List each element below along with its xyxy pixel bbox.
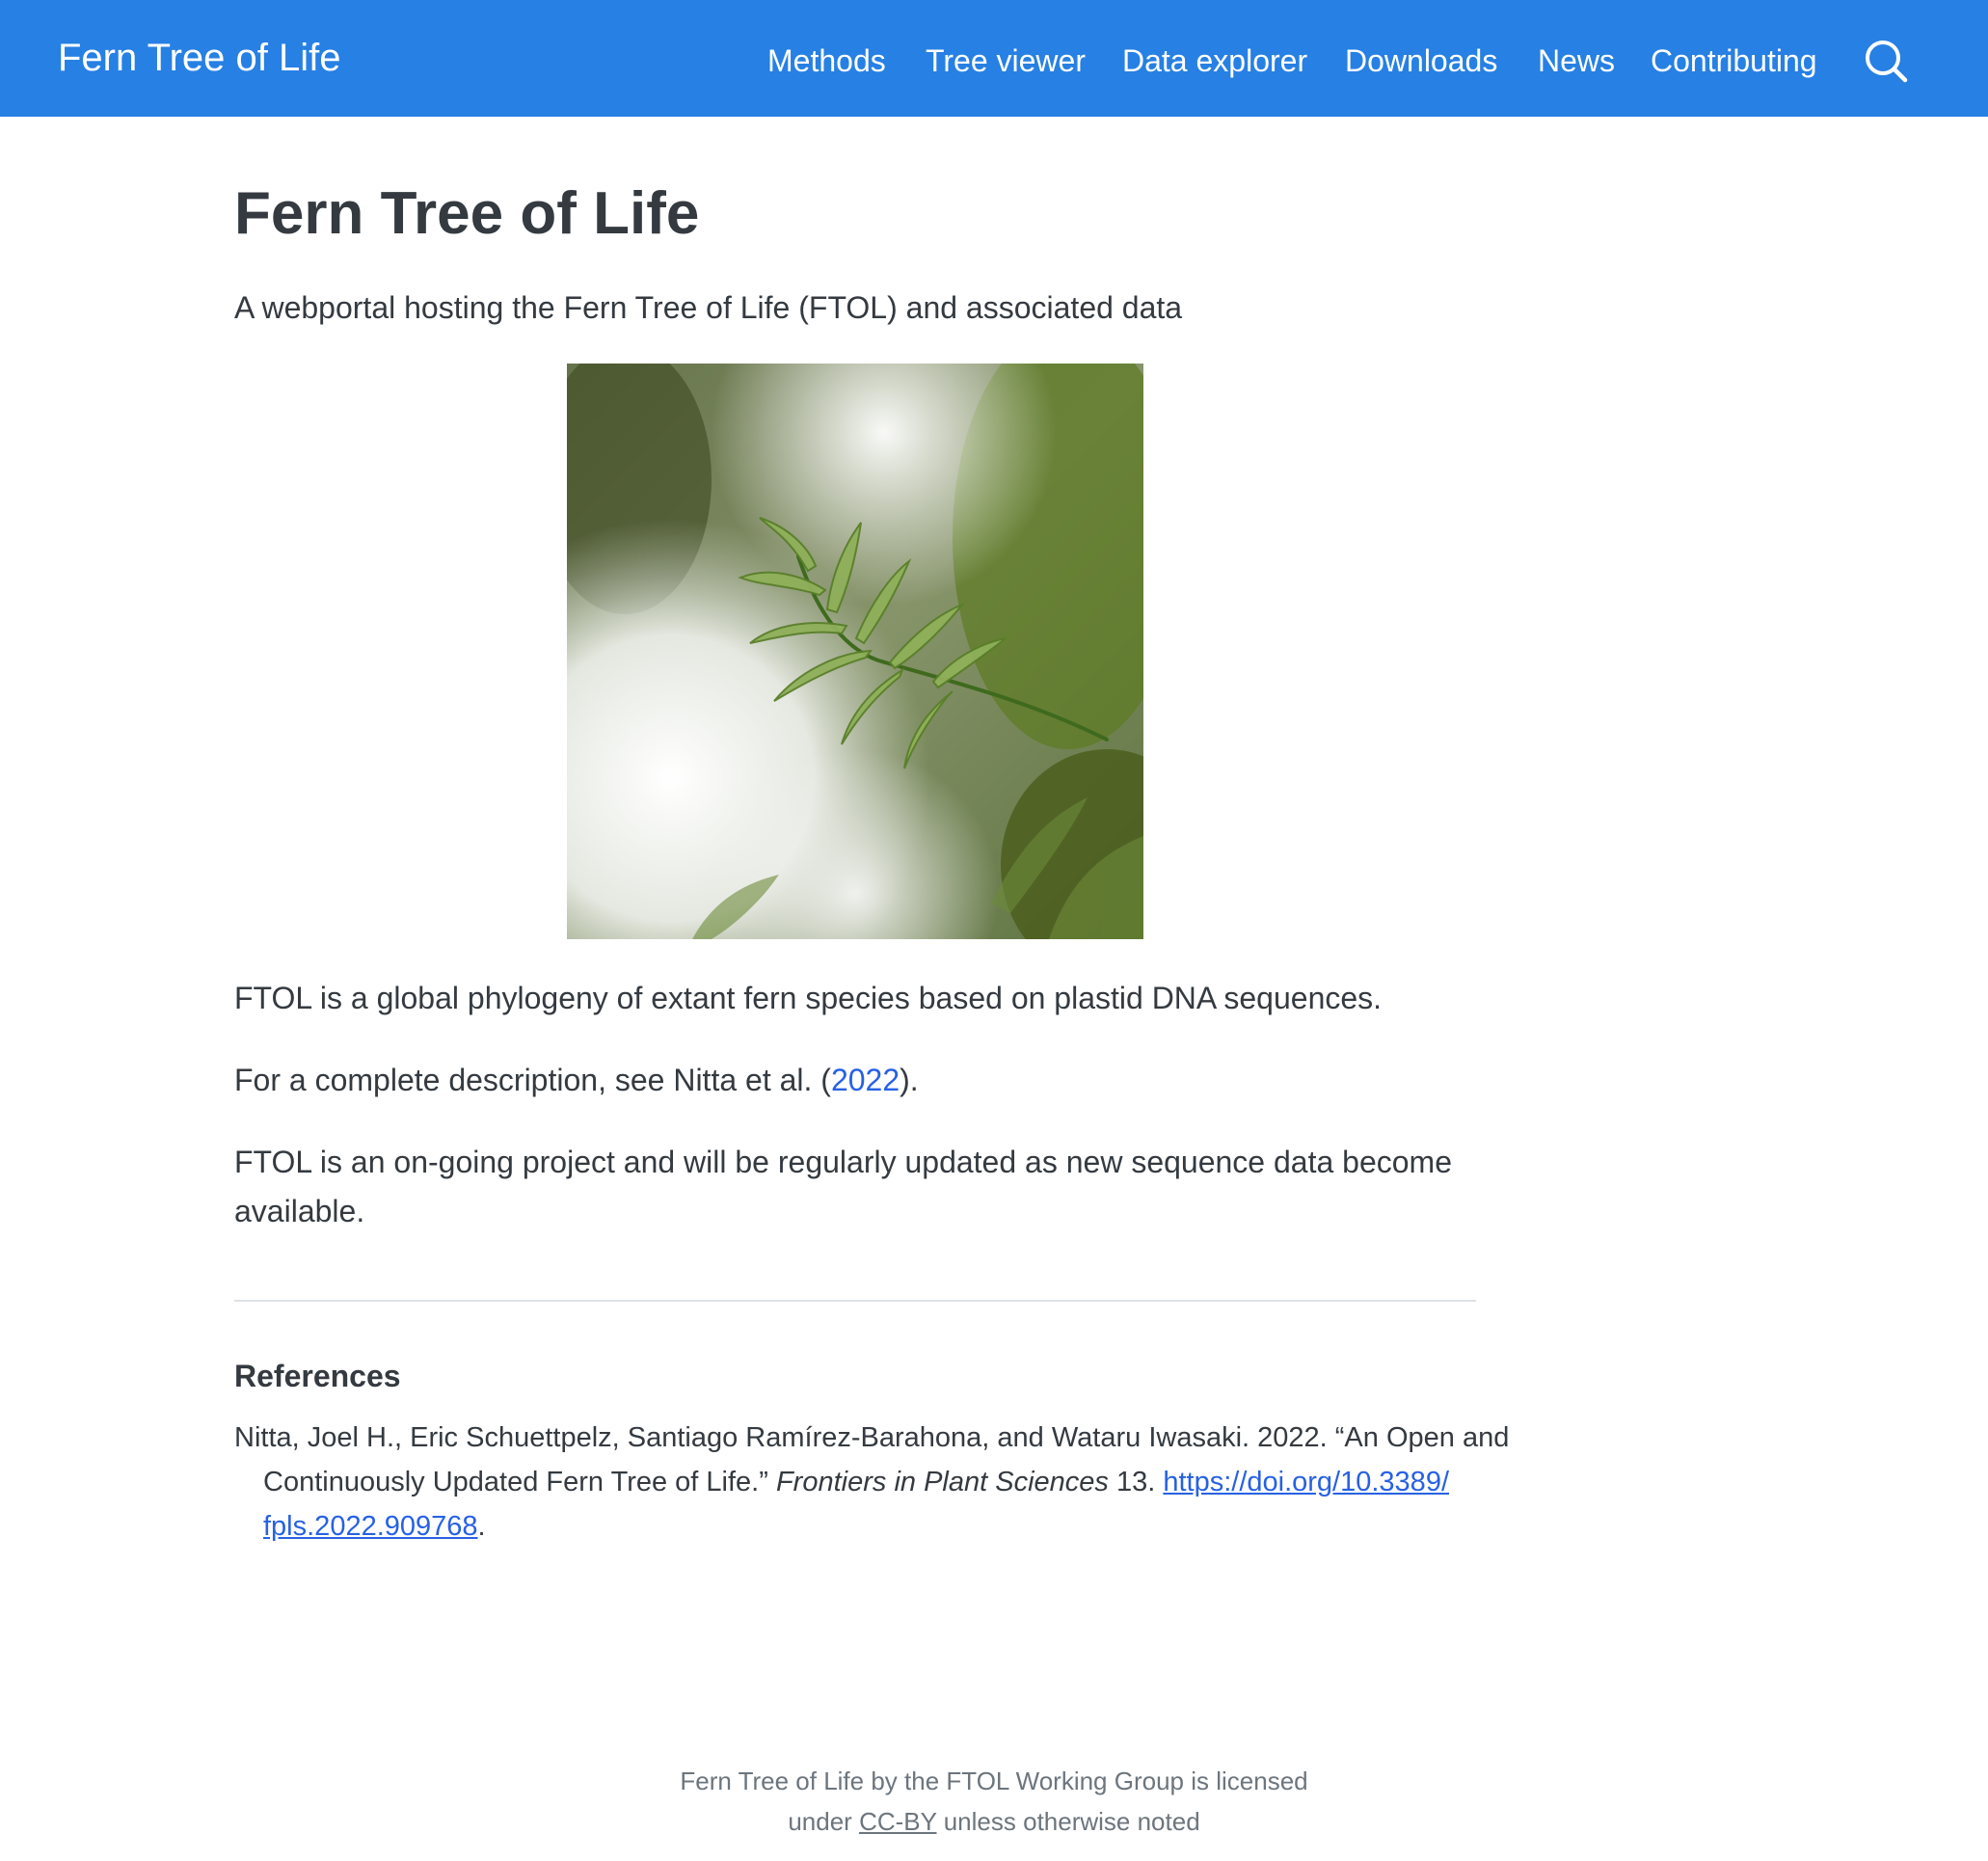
footer-line2-prefix: under	[788, 1807, 860, 1836]
search-icon	[1866, 40, 1908, 83]
update-paragraph-line1: FTOL is an on-going project and will be …	[234, 1145, 1452, 1179]
footer-line1: Fern Tree of Life by the FTOL Working Gr…	[680, 1767, 1308, 1795]
page-subtitle: A webportal hosting the Fern Tree of Lif…	[234, 290, 1183, 325]
update-paragraph: FTOL is an on-going project and will be …	[234, 1138, 1476, 1236]
intro-paragraph: FTOL is a global phylogeny of extant fer…	[234, 981, 1383, 1015]
page-title: Fern Tree of Life	[234, 180, 700, 247]
references-heading: References	[234, 1359, 401, 1393]
fern-hero-image	[567, 364, 1143, 939]
reference-entry: Nitta, Joel H., Eric Schuettpelz, Santia…	[234, 1416, 1510, 1549]
description-prefix: For a complete description, see Nitta et…	[234, 1063, 831, 1097]
top-navbar: Fern Tree of Life Methods Tree viewer Da…	[0, 0, 1988, 117]
reference-journal: Frontiers in Plant Sciences	[775, 1467, 1109, 1497]
nav-link-downloads[interactable]: Downloads	[1345, 39, 1497, 83]
reference-volume: 13.	[1108, 1467, 1164, 1497]
nav-links: Methods Tree viewer Data explorer Downlo…	[0, 39, 1988, 83]
reference-line3: fpls.2022.909768.	[234, 1504, 1476, 1549]
page-footer: Fern Tree of Life by the FTOL Working Gr…	[0, 1761, 1988, 1842]
reference-end: .	[477, 1511, 486, 1542]
license-link[interactable]: CC-BY	[859, 1807, 936, 1836]
description-suffix: ).	[900, 1063, 919, 1097]
fern-photo	[567, 364, 1143, 939]
doi-link-part2[interactable]: fpls.2022.909768	[263, 1511, 478, 1542]
section-divider	[234, 1300, 1476, 1302]
footer-line2: under CC-BY unless otherwise noted	[0, 1801, 1988, 1842]
reference-title: Continuously Updated Fern Tree of Life.”	[263, 1467, 776, 1497]
description-paragraph: For a complete description, see Nitta et…	[234, 1056, 1476, 1105]
footer-line2-suffix: unless otherwise noted	[936, 1807, 1200, 1836]
citation-year-link[interactable]: 2022	[831, 1063, 900, 1097]
nav-link-data-explorer[interactable]: Data explorer	[1122, 39, 1307, 83]
nav-link-methods[interactable]: Methods	[767, 39, 886, 83]
update-paragraph-line2: available.	[234, 1194, 365, 1228]
search-button[interactable]	[1864, 39, 1908, 83]
reference-line1: Nitta, Joel H., Eric Schuettpelz, Santia…	[234, 1422, 1510, 1453]
doi-link-part1[interactable]: https://doi.org/10.3389/	[1163, 1467, 1449, 1497]
nav-link-news[interactable]: News	[1538, 39, 1615, 83]
nav-link-contributing[interactable]: Contributing	[1651, 39, 1817, 83]
nav-link-tree-viewer[interactable]: Tree viewer	[926, 39, 1086, 83]
reference-line2: Continuously Updated Fern Tree of Life.”…	[234, 1460, 1476, 1504]
